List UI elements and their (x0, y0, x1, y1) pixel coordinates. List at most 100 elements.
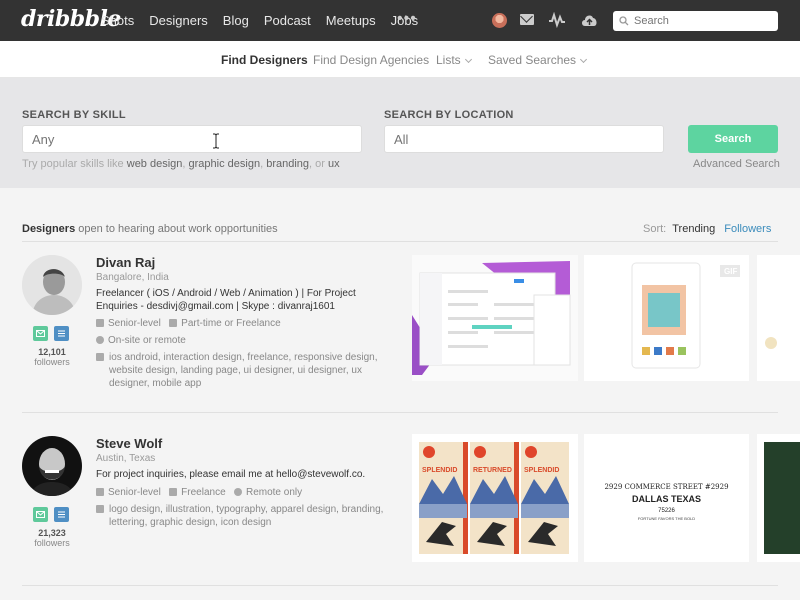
shot-thumbnail-posters[interactable]: SPLENDID RETURNED SPLENDID (412, 434, 578, 562)
designer-level: Senior-level (108, 318, 161, 329)
chevron-down-icon (580, 55, 588, 64)
avatar-steve-wolf[interactable] (22, 436, 82, 496)
globe-icon (233, 488, 242, 496)
followers-label: followers (34, 538, 70, 548)
shot-image (757, 434, 800, 562)
skill-input[interactable] (22, 125, 362, 153)
hint-skill-branding[interactable]: branding (266, 158, 309, 170)
followers-number: 12,101 (38, 347, 66, 357)
main-nav-links: Shots Designers Blog Podcast Meetups Job… (101, 13, 433, 28)
tab-find-designers[interactable]: Find Designers (221, 53, 308, 67)
designer-bio: For project inquiries, please email me a… (96, 469, 366, 480)
followers-count: 21,323 followers (22, 528, 82, 548)
poster-title-1: SPLENDID (422, 467, 457, 474)
list-icon (58, 330, 65, 337)
search-icon (619, 16, 629, 26)
sort-trending[interactable]: Trending (672, 223, 715, 235)
advanced-search-link[interactable]: Advanced Search (693, 158, 780, 170)
designer-level-availability: Senior-level Part-time or Freelance (96, 317, 386, 330)
search-button[interactable]: Search (688, 125, 778, 153)
badge-line-3: 75226 (658, 508, 675, 514)
tab-find-design-agencies[interactable]: Find Design Agencies (313, 53, 429, 67)
tab-saved-searches-label: Saved Searches (488, 53, 577, 67)
gif-badge: GIF (724, 267, 738, 276)
hint-skill-graphic-design[interactable]: graphic design (189, 158, 261, 170)
activity-icon[interactable] (548, 12, 566, 28)
shot-thumbnail-partial[interactable] (757, 255, 800, 381)
designer-bio: Freelancer ( iOS / Android / Web / Anima… (96, 288, 356, 312)
designer-location: Bangalore, India (96, 272, 169, 283)
designer-level-availability: Senior-level Freelance Remote only (96, 486, 386, 499)
shot-thumbnail-dashboard[interactable] (412, 255, 578, 381)
user-avatar-icon[interactable] (492, 13, 507, 28)
bar-chart-icon (96, 488, 104, 496)
mail-icon[interactable] (520, 14, 534, 25)
nav-search-box[interactable] (613, 11, 778, 31)
sort-followers[interactable]: Followers (724, 223, 771, 235)
followers-count: 12,101 followers (22, 347, 82, 367)
shot-image: 2929 COMMERCE STREET #2929 DALLAS TEXAS … (584, 434, 749, 562)
avatar-divan-raj[interactable] (22, 255, 82, 315)
hire-mail-button[interactable] (33, 507, 48, 522)
poster-title-3: SPLENDID (524, 467, 559, 474)
text-cursor-icon (213, 133, 219, 149)
briefcase-icon (96, 505, 104, 513)
results-heading: Designers open to hearing about work opp… (22, 223, 278, 235)
tab-lists[interactable]: Lists (436, 53, 472, 67)
envelope-icon (36, 330, 45, 337)
divider (22, 241, 778, 242)
shot-image (412, 255, 578, 381)
shot-thumbnail-typography-badge[interactable]: 2929 COMMERCE STREET #2929 DALLAS TEXAS … (584, 434, 749, 562)
designer-availability: Freelance (181, 487, 226, 498)
badge-line-1: 2929 COMMERCE STREET #2929 (604, 483, 728, 491)
location-input[interactable] (384, 125, 664, 153)
results-heading-rest: open to hearing about work opportunities (78, 223, 278, 235)
skill-label: SEARCH BY SKILL (22, 109, 126, 121)
avatar-photo (22, 255, 82, 315)
avatar-photo (22, 436, 82, 496)
hint-or: or (315, 158, 325, 170)
shot-thumbnail-mobile-app[interactable]: GIF (584, 255, 749, 381)
nav-link-designers[interactable]: Designers (149, 13, 208, 28)
designer-level: Senior-level (108, 487, 161, 498)
bar-chart-icon (96, 319, 104, 327)
location-label: SEARCH BY LOCATION (384, 109, 514, 121)
badge-line-2: DALLAS TEXAS (632, 494, 701, 504)
divider (22, 585, 778, 586)
designer-availability: Part-time or Freelance (181, 318, 281, 329)
sort-control: Sort: Trending Followers (643, 223, 771, 235)
shot-thumbnail-partial[interactable] (757, 434, 800, 562)
hint-prefix: Try popular skills like (22, 158, 124, 170)
monitor-icon (169, 319, 178, 327)
designer-work-mode-row: On-site or remote (96, 334, 386, 347)
nav-link-podcast[interactable]: Podcast (264, 13, 311, 28)
nav-search-input[interactable] (634, 15, 774, 27)
poster-title-2: RETURNED (473, 467, 512, 474)
nav-link-meetups[interactable]: Meetups (326, 13, 376, 28)
designer-work-mode: On-site or remote (108, 335, 186, 346)
monitor-icon (169, 488, 178, 496)
envelope-icon (36, 511, 45, 518)
sub-nav: Find Designers Find Design Agencies List… (0, 41, 800, 78)
more-menu-icon[interactable]: ••• (397, 10, 417, 28)
add-to-list-button[interactable] (54, 507, 69, 522)
list-icon (58, 511, 65, 518)
designer-skills: ios android, interaction design, freelan… (109, 352, 378, 389)
nav-link-shots[interactable]: Shots (101, 13, 134, 28)
designer-name[interactable]: Steve Wolf (96, 436, 162, 451)
nav-link-blog[interactable]: Blog (223, 13, 249, 28)
upload-cloud-icon[interactable] (580, 12, 599, 28)
designer-skills: logo design, illustration, typography, a… (109, 504, 384, 528)
results-heading-bold: Designers (22, 223, 76, 235)
designer-location: Austin, Texas (96, 453, 156, 464)
shot-image (757, 255, 800, 381)
hire-mail-button[interactable] (33, 326, 48, 341)
hint-skill-web-design[interactable]: web design (127, 158, 183, 170)
designer-work-mode: Remote only (245, 487, 303, 498)
hint-skill-ux[interactable]: ux (328, 158, 340, 170)
tab-saved-searches[interactable]: Saved Searches (488, 53, 588, 67)
popular-skills-hint: Try popular skills like web design, grap… (22, 158, 340, 170)
designer-name[interactable]: Divan Raj (96, 255, 155, 270)
tab-lists-label: Lists (436, 53, 461, 67)
add-to-list-button[interactable] (54, 326, 69, 341)
